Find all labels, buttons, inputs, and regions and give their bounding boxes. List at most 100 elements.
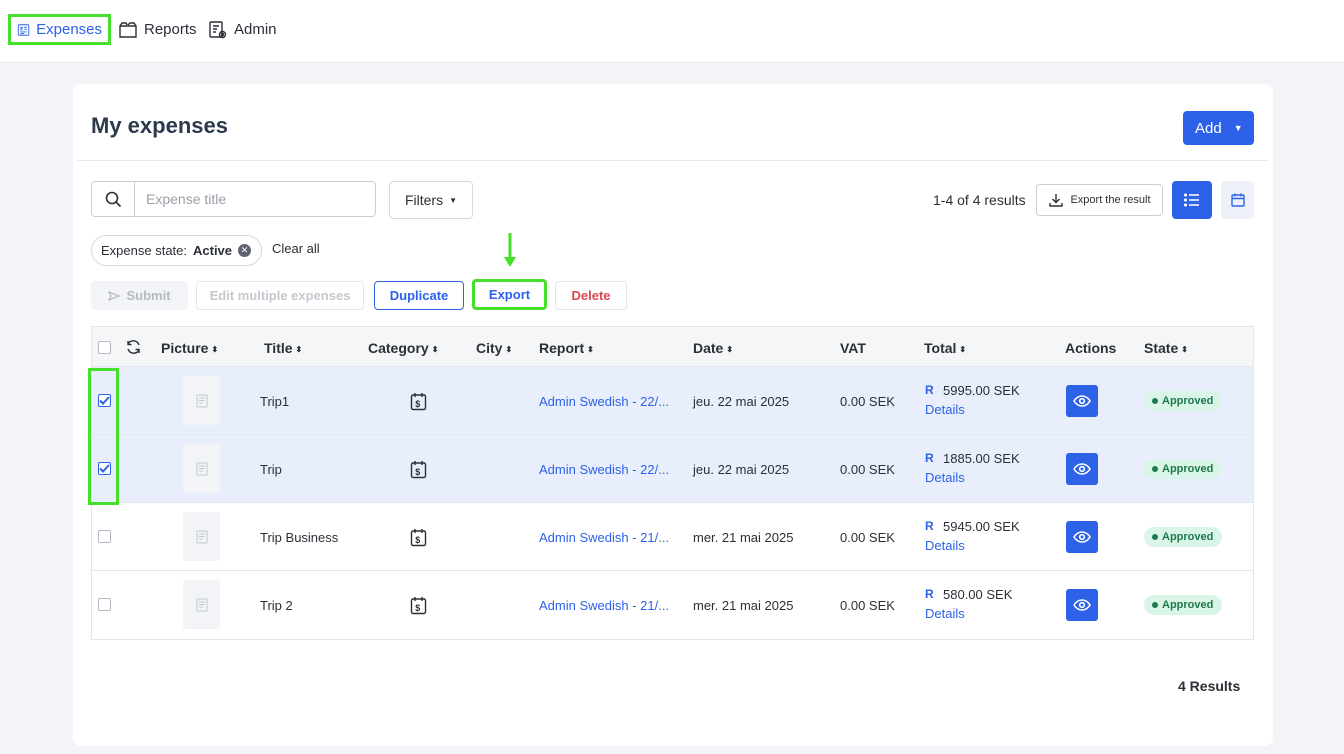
sort-icon: ⬍ (726, 345, 734, 354)
nav-admin[interactable]: Admin (202, 14, 283, 45)
filters-label: Filters (404, 192, 444, 208)
select-all-checkbox[interactable] (98, 341, 111, 354)
status-label: Approved (1162, 531, 1214, 543)
add-button-label: Add (1195, 119, 1222, 137)
sort-icon: ⬍ (959, 345, 967, 354)
column-header-picture[interactable]: Picture ⬍ (161, 340, 218, 356)
currency-symbol: R (925, 451, 934, 465)
column-header-date[interactable]: Date ⬍ (693, 340, 733, 356)
annotation-arrow-icon (504, 233, 516, 267)
column-label: City (476, 340, 503, 356)
row-report-link[interactable]: Admin Swedish - 22/... (539, 394, 669, 409)
chevron-down-icon: ▼ (1233, 123, 1243, 133)
sort-icon: ⬍ (587, 345, 594, 354)
status-dot (1152, 534, 1158, 540)
view-button[interactable] (1066, 521, 1098, 553)
view-button[interactable] (1066, 589, 1098, 621)
expenses-card: My expenses Add ▼ Filters ▼ 1-4 of 4 res… (73, 84, 1273, 746)
list-view-button[interactable] (1172, 181, 1212, 219)
table-row[interactable]: Trip Business $ Admin Swedish - 21/... m… (92, 503, 1253, 571)
column-header-category[interactable]: Category ⬍ (368, 340, 438, 356)
receipt-thumbnail[interactable] (183, 580, 220, 629)
column-header-vat: VAT (840, 340, 866, 356)
eye-icon (1073, 463, 1091, 475)
row-report-link[interactable]: Admin Swedish - 21/... (539, 530, 669, 545)
add-button[interactable]: Add ▼ (1183, 111, 1254, 145)
calendar-icon (1230, 193, 1245, 207)
receipt-placeholder-icon (196, 394, 207, 407)
row-date: mer. 21 mai 2025 (693, 598, 794, 613)
receipt-icon: $ (17, 23, 30, 36)
row-date: jeu. 22 mai 2025 (693, 394, 790, 409)
submit-button[interactable]: Submit (91, 281, 188, 310)
column-label: Category (368, 340, 429, 356)
column-header-total[interactable]: Total ⬍ (924, 340, 966, 356)
nav-expenses[interactable]: $ Expenses (8, 14, 111, 45)
table-row[interactable]: Trip $ Admin Swedish - 22/... jeu. 22 ma… (92, 435, 1253, 503)
sort-icon: ⬍ (295, 345, 303, 354)
status-badge: Approved (1144, 459, 1223, 479)
column-header-title[interactable]: Title ⬍ (264, 340, 302, 356)
search-input[interactable] (135, 182, 375, 216)
column-header-city[interactable]: City ⬍ (476, 340, 512, 356)
duplicate-button[interactable]: Duplicate (374, 281, 464, 310)
receipt-thumbnail[interactable] (183, 444, 220, 493)
clear-all-link[interactable]: Clear all (272, 241, 320, 256)
column-header-actions: Actions (1065, 340, 1116, 356)
row-title: Trip 2 (260, 598, 293, 613)
svg-text:$: $ (415, 603, 420, 613)
row-report-link[interactable]: Admin Swedish - 22/... (539, 462, 669, 477)
eye-icon (1073, 531, 1091, 543)
money-calendar-icon: $ (410, 529, 427, 547)
column-label: Total (924, 340, 957, 356)
column-label: Title (264, 340, 293, 356)
delete-button[interactable]: Delete (555, 281, 627, 310)
nav-reports[interactable]: Reports (112, 14, 203, 45)
export-result-label: Export the result (1070, 194, 1151, 206)
table-row[interactable]: Trip 2 $ Admin Swedish - 21/... mer. 21 … (92, 571, 1253, 639)
currency-symbol: R (925, 587, 934, 601)
receipt-thumbnail[interactable] (183, 512, 220, 561)
view-button[interactable] (1066, 453, 1098, 485)
column-header-report[interactable]: Report ⬍ (539, 340, 594, 356)
row-vat: 0.00 SEK (840, 530, 895, 545)
top-navigation: $ Expenses Reports Admin (0, 0, 1344, 63)
row-checkbox[interactable] (98, 530, 111, 543)
eye-icon (1073, 599, 1091, 611)
row-date: jeu. 22 mai 2025 (693, 462, 790, 477)
row-details-link[interactable]: Details (925, 538, 965, 553)
chip-prefix: Expense state: (101, 243, 187, 258)
row-total: 580.00 SEK (943, 587, 1013, 602)
status-label: Approved (1162, 463, 1214, 475)
chip-value: Active (193, 243, 233, 258)
search-button[interactable] (92, 182, 135, 216)
refresh-icon[interactable] (125, 339, 142, 355)
export-result-button[interactable]: Export the result (1036, 184, 1163, 216)
receipt-thumbnail[interactable] (183, 376, 220, 425)
calendar-view-button[interactable] (1221, 181, 1254, 219)
column-header-state[interactable]: State ⬍ (1144, 340, 1188, 356)
row-details-link[interactable]: Details (925, 606, 965, 621)
folder-icon (119, 21, 137, 38)
status-dot (1152, 466, 1158, 472)
export-button[interactable]: Export (472, 279, 547, 310)
money-calendar-icon: $ (410, 393, 427, 411)
row-report-link[interactable]: Admin Swedish - 21/... (539, 598, 669, 613)
row-checkbox[interactable] (98, 598, 111, 611)
row-details-link[interactable]: Details (925, 402, 965, 417)
row-vat: 0.00 SEK (840, 598, 895, 613)
view-button[interactable] (1066, 385, 1098, 417)
row-title: Trip Business (260, 530, 339, 545)
download-icon (1049, 194, 1064, 207)
svg-text:$: $ (415, 399, 420, 409)
row-details-link[interactable]: Details (925, 470, 965, 485)
close-icon[interactable]: ✕ (238, 244, 252, 257)
row-title: Trip (260, 462, 282, 477)
sort-icon: ⬍ (431, 345, 439, 354)
nav-expenses-label: Expenses (36, 21, 102, 38)
filters-dropdown[interactable]: Filters ▼ (389, 181, 473, 219)
checkbox-highlight (88, 368, 119, 505)
edit-multiple-button[interactable]: Edit multiple expenses (196, 281, 364, 310)
table-row[interactable]: Trip1 $ Admin Swedish - 22/... jeu. 22 m… (92, 367, 1253, 435)
row-total: 5995.00 SEK (943, 383, 1020, 398)
